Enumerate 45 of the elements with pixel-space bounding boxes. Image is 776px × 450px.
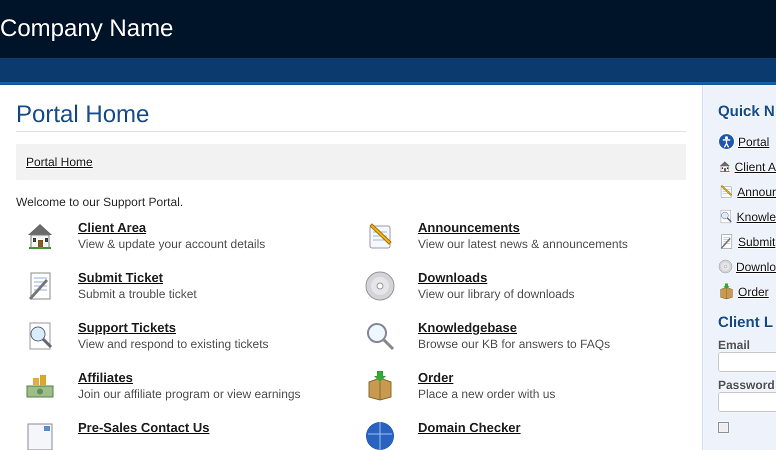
remember-checkbox[interactable]	[718, 422, 729, 433]
field-label: Email	[718, 338, 752, 352]
feature-description: View & update your account details	[78, 236, 266, 252]
globe-icon	[364, 420, 396, 450]
feature-description: Browse our KB for answers to FAQs	[418, 336, 610, 352]
sidebar-heading: Client L	[718, 314, 774, 332]
field-label: Password	[718, 378, 776, 392]
breadcrumb-link[interactable]: Portal Home	[26, 153, 93, 171]
feature-link[interactable]: Pre-Sales Contact Us	[78, 420, 210, 436]
quick-nav-link[interactable]: Downlo	[736, 258, 776, 276]
text-field[interactable]	[718, 352, 776, 372]
feature-link[interactable]: Downloads	[418, 270, 575, 286]
feature-link[interactable]: Announcements	[418, 220, 628, 236]
text-field[interactable]	[718, 392, 776, 412]
quick-nav-link[interactable]: Knowle	[736, 208, 776, 226]
quick-nav-link[interactable]: Order	[738, 282, 769, 300]
page-title: Portal Home	[16, 101, 686, 132]
feature-link[interactable]: Domain Checker	[418, 420, 521, 436]
feature-link[interactable]: Knowledgebase	[418, 320, 610, 336]
disc-icon	[718, 258, 733, 275]
disc-icon	[364, 270, 396, 302]
feature-description: View our latest news & announcements	[418, 236, 628, 252]
feature-description: View and respond to existing tickets	[78, 336, 269, 352]
sidebar-heading: Quick N	[718, 103, 776, 121]
quick-nav-link[interactable]: Portal	[738, 132, 770, 150]
magnifier-document-icon	[718, 208, 734, 225]
person-circle-icon	[718, 133, 735, 150]
feature-link[interactable]: Client Area	[78, 220, 266, 236]
feature-link[interactable]: Order	[418, 370, 556, 386]
feature-description: Place a new order with us	[418, 386, 556, 402]
document-pencil-icon	[718, 233, 735, 250]
feature-link[interactable]: Support Tickets	[78, 320, 269, 336]
quick-nav-link[interactable]: Submit	[738, 232, 776, 250]
company-name: Company Name	[0, 14, 174, 44]
feature-link[interactable]: Submit Ticket	[78, 270, 197, 286]
magnifier-icon	[364, 320, 396, 352]
feature-description: Submit a trouble ticket	[78, 286, 197, 302]
feature-description: View our library of downloads	[418, 286, 575, 302]
quick-nav-link[interactable]: Annour	[737, 182, 776, 200]
feature-link[interactable]: Affiliates	[78, 370, 301, 386]
welcome-text: Welcome to our Support Portal.	[16, 194, 184, 210]
box-icon	[718, 283, 735, 300]
quick-nav-link[interactable]: Client A	[734, 158, 776, 176]
feature-description: Join our affiliate program or view earnings	[78, 386, 301, 402]
notepad-pencil-icon	[718, 183, 734, 200]
